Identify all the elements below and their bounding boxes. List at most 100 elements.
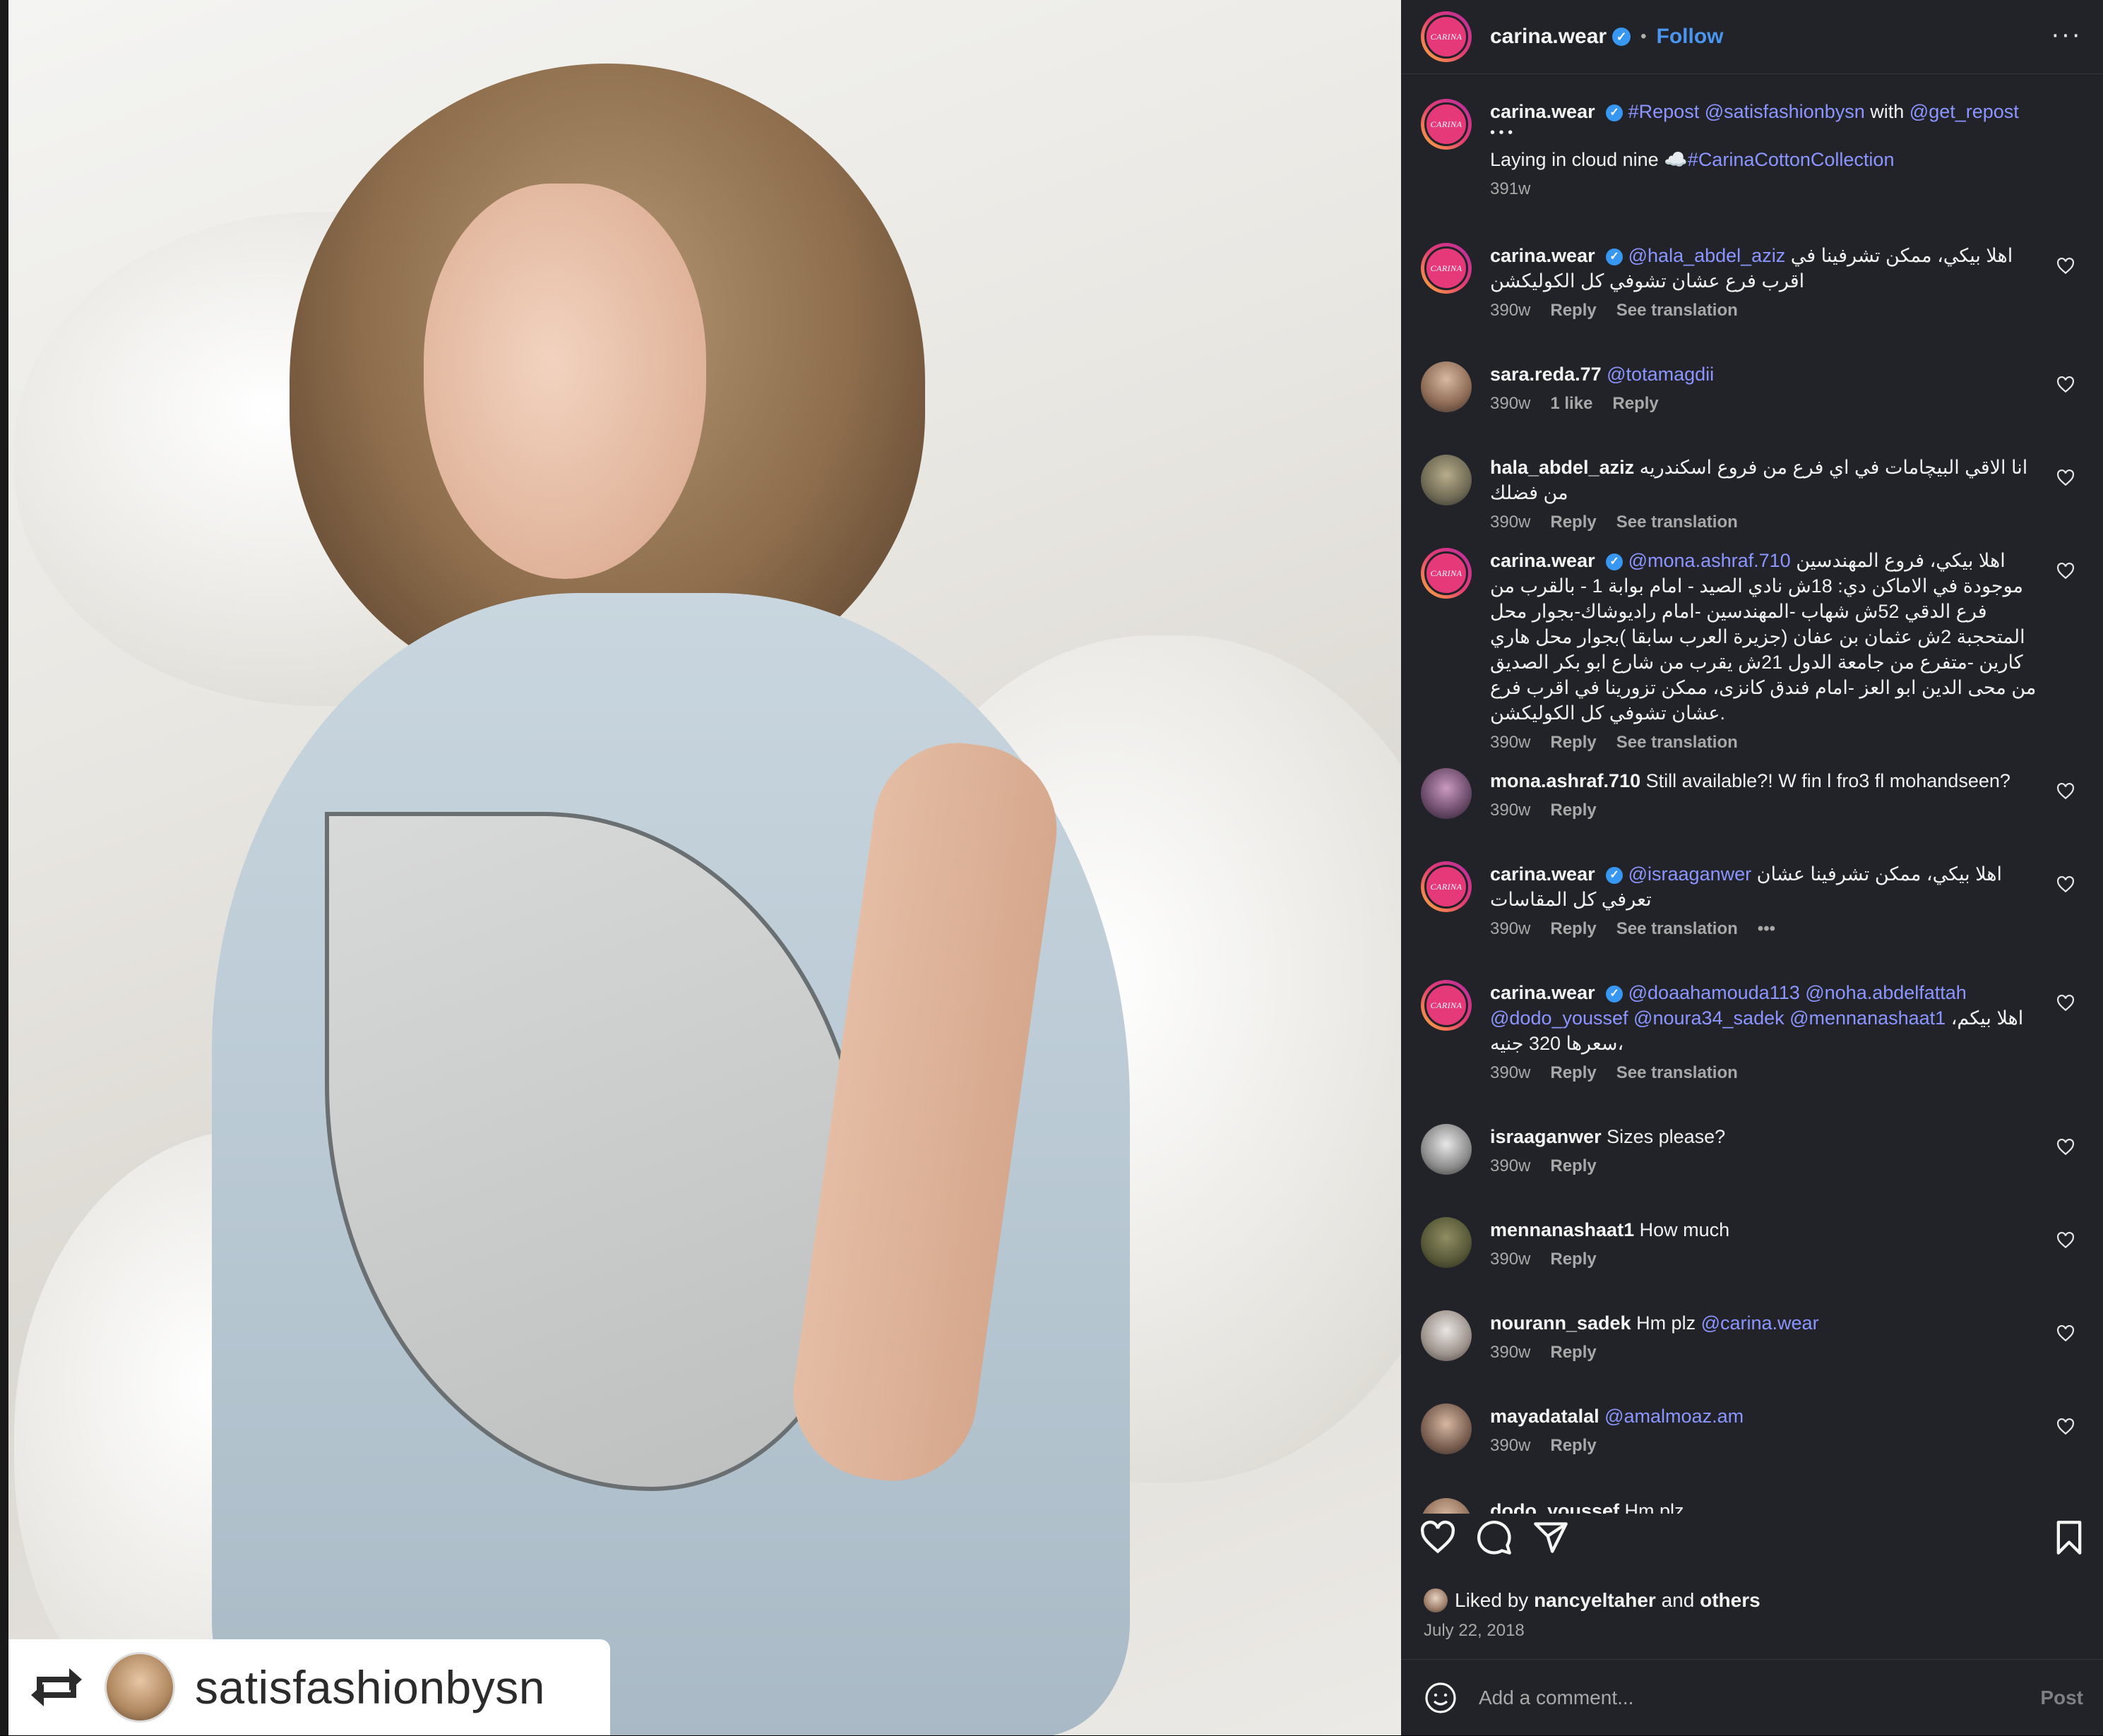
reply-button[interactable]: Reply [1550,301,1596,320]
comment-username[interactable]: dodo_youssef [1490,1500,1619,1514]
reply-button[interactable]: Reply [1550,513,1596,532]
reply-button[interactable]: Reply [1550,733,1596,752]
save-bookmark-icon[interactable] [2051,1519,2087,1556]
comment-avatar[interactable] [1421,361,1472,412]
like-comment-icon[interactable] [2056,1138,2075,1156]
caption-time: 391w [1490,179,1531,198]
like-comment-icon[interactable] [2056,782,2075,801]
comment-username[interactable]: carina.wear [1490,550,1595,571]
share-send-icon[interactable] [1532,1519,1569,1556]
like-comment-icon[interactable] [2056,469,2075,487]
comment-text: Hm plz [1619,1500,1684,1514]
reply-button[interactable]: Reply [1550,801,1596,820]
comment-mention[interactable]: @carina.wear [1701,1312,1819,1334]
comment-input[interactable] [1477,1686,1974,1710]
like-heart-icon[interactable] [1419,1519,1456,1556]
comment-avatar[interactable] [1421,768,1472,819]
like-comment-icon[interactable] [2056,1231,2075,1250]
reply-button[interactable]: Reply [1612,394,1658,413]
like-comment-icon[interactable] [2056,257,2075,275]
comment-mention[interactable]: @hala_abdel_aziz [1628,245,1786,266]
verified-badge-icon: ✓ [1606,104,1624,121]
comment-likes[interactable]: 1 like [1550,394,1592,413]
reply-button[interactable]: Reply [1550,1156,1596,1175]
post-comment-button[interactable]: Post [2040,1687,2083,1709]
caption-mention[interactable]: @get_repost [1910,101,2019,122]
comment-username[interactable]: sara.reda.77 [1490,364,1602,385]
caption-hashtag[interactable]: #Repost [1628,101,1700,122]
reply-button[interactable]: Reply [1550,1063,1596,1082]
header-username[interactable]: carina.wear [1490,25,1607,49]
like-comment-icon[interactable] [2056,1418,2075,1436]
post-actions [1401,1514,2103,1563]
reply-button[interactable]: Reply [1550,919,1596,938]
comment-item: israaganwer Sizes please? 390w Reply [1421,1124,2092,1176]
comment-avatar[interactable] [1421,1217,1472,1268]
verified-badge-icon: ✓ [1606,553,1624,570]
comments-list[interactable]: CARINA carina.wear ✓ #Repost @satisfashi… [1401,73,2103,1514]
comment-mention[interactable]: @israaganwer [1628,863,1752,885]
comment-item: CARINA carina.wear ✓ @hala_abdel_aziz اه… [1421,243,2092,321]
comment-options-icon[interactable]: ••• [1758,919,1775,938]
like-comment-icon[interactable] [2056,376,2075,394]
comment-username[interactable]: mona.ashraf.710 [1490,770,1640,791]
comment-username[interactable]: carina.wear [1490,863,1595,885]
comment-username[interactable]: nourann_sadek [1490,1312,1631,1334]
reply-button[interactable]: Reply [1550,1436,1596,1455]
post-image[interactable]: satisfashionbysn [0,0,1401,1735]
emoji-icon[interactable] [1424,1681,1458,1715]
caption-dots: • • • [1490,125,1513,140]
like-comment-icon[interactable] [2056,875,2075,894]
caption-hashtag[interactable]: #CarinaCottonCollection [1688,149,1895,170]
comment-username[interactable]: hala_abdel_aziz [1490,457,1634,478]
liked-by-user[interactable]: nancyeltaher [1534,1589,1656,1612]
liked-by: Liked by nancyeltaher and others [1424,1588,1761,1612]
caption-mention[interactable]: @satisfashionbysn [1705,101,1865,122]
comment-avatar[interactable]: CARINA [1421,980,1472,1031]
see-translation-button[interactable]: See translation [1616,1063,1738,1082]
reply-button[interactable]: Reply [1550,1250,1596,1269]
comment-time: 390w [1490,733,1531,752]
see-translation-button[interactable]: See translation [1616,513,1738,532]
caption-avatar[interactable]: CARINA [1421,99,1472,150]
comment-item: sara.reda.77 @totamagdii 390w 1 like Reply [1421,361,2092,414]
comment-time: 390w [1490,1343,1531,1362]
comment-avatar[interactable] [1421,1310,1472,1361]
comment-mention[interactable]: @amalmoaz.am [1604,1406,1744,1427]
like-comment-icon[interactable] [2056,1324,2075,1343]
comment-avatar[interactable]: CARINA [1421,548,1472,599]
comment-avatar[interactable] [1421,1124,1472,1175]
comment-username[interactable]: mennanashaat1 [1490,1219,1634,1240]
like-comment-icon[interactable] [2056,994,2075,1012]
comment-mention[interactable]: @mona.ashraf.710 [1628,550,1791,571]
comment-time: 390w [1490,1063,1531,1082]
comment-mention[interactable]: @totamagdii [1607,364,1714,385]
like-comment-icon[interactable] [2056,562,2075,580]
reply-button[interactable]: Reply [1550,1343,1596,1362]
comment-username[interactable]: mayadatalal [1490,1406,1599,1427]
comment-avatar[interactable] [1421,1498,1472,1514]
comment-text: Sizes please? [1601,1126,1726,1147]
liker-avatar[interactable] [1424,1588,1448,1612]
more-options-icon[interactable]: ··· [2051,20,2082,50]
carina-avatar[interactable]: CARINA [1421,11,1472,62]
caption-username[interactable]: carina.wear [1490,101,1595,122]
comment-avatar[interactable] [1421,455,1472,505]
comment-avatar[interactable]: CARINA [1421,861,1472,912]
verified-badge-icon: ✓ [1606,866,1624,884]
follow-button[interactable]: Follow [1657,25,1724,49]
comment-item: dodo_youssef Hm plz [1421,1498,2092,1514]
see-translation-button[interactable]: See translation [1616,919,1738,938]
see-translation-button[interactable]: See translation [1616,733,1738,752]
comment-avatar[interactable] [1421,1403,1472,1454]
liked-by-others[interactable]: others [1700,1589,1761,1612]
comment-username[interactable]: carina.wear [1490,245,1595,266]
comment-bubble-icon[interactable] [1476,1519,1513,1556]
comment-avatar[interactable]: CARINA [1421,243,1472,294]
comment-username[interactable]: israaganwer [1490,1126,1602,1147]
verified-badge-icon: ✓ [1606,985,1624,1002]
see-translation-button[interactable]: See translation [1616,301,1738,320]
comment-time: 390w [1490,1156,1531,1175]
caption: CARINA carina.wear ✓ #Repost @satisfashi… [1421,99,2092,199]
comment-username[interactable]: carina.wear [1490,982,1595,1003]
